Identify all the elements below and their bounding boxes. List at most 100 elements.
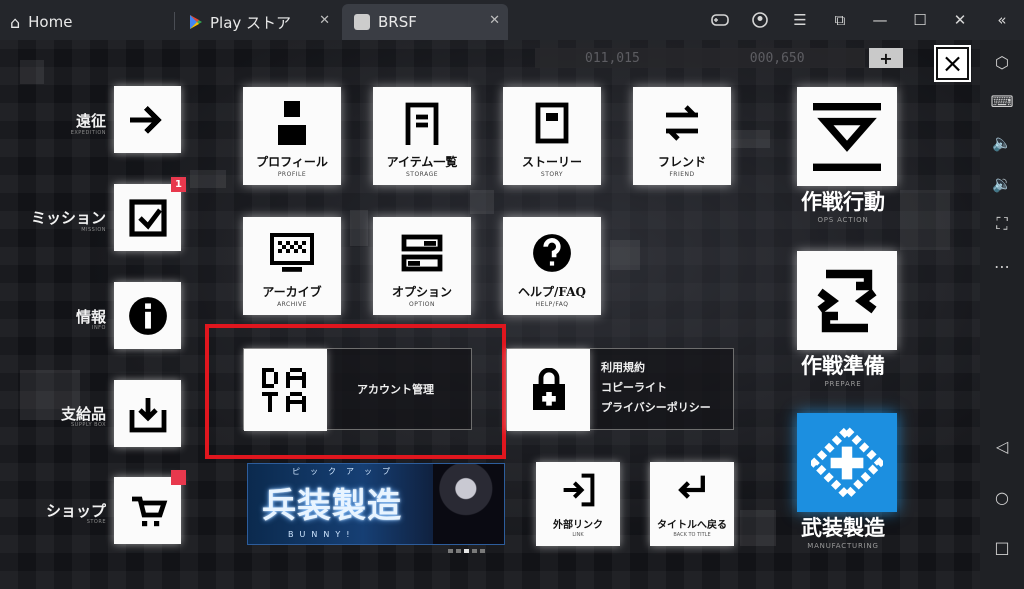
help-label: ヘルプ/FAQ <box>518 285 586 299</box>
pixel-decoration <box>20 60 44 84</box>
maximize-icon[interactable]: ☐ <box>900 0 940 40</box>
profile-icon <box>243 95 341 151</box>
back-to-title-label: タイトルへ戻る <box>657 520 727 531</box>
account-icon[interactable] <box>740 0 780 40</box>
pagination-dot[interactable] <box>464 549 469 553</box>
option-sub: OPTION <box>409 301 435 308</box>
side-sub-info: INFO <box>91 325 106 331</box>
option-button[interactable]: オプション OPTION <box>373 217 471 315</box>
pagination-dot[interactable] <box>480 549 485 553</box>
game-screen: 011,015 000,650 + × 遠征 EXPEDITION ミッション … <box>0 40 980 589</box>
pixel-decoration <box>730 130 770 148</box>
profile-button[interactable]: プロフィール PROFILE <box>243 87 341 185</box>
side-label-shop: ショップ <box>45 502 106 520</box>
currency-bar: 011,015 000,650 <box>535 48 865 68</box>
recent-icon[interactable]: □ <box>988 533 1016 561</box>
pixel-decoration <box>610 240 640 270</box>
volume-down-icon[interactable]: 🔉 <box>988 169 1016 197</box>
tab-close-icon[interactable]: ✕ <box>489 13 500 28</box>
friend-button[interactable]: フレンド FRIEND <box>633 87 731 185</box>
storage-sub: STORAGE <box>405 171 439 178</box>
hexagon-icon[interactable]: ⬡ <box>988 48 1016 76</box>
expedition-button[interactable] <box>114 86 181 153</box>
add-currency-button[interactable]: + <box>869 48 903 68</box>
tab-brsf[interactable]: BRSF ✕ <box>342 4 508 40</box>
banner-ruby: ピックアップ <box>292 467 400 476</box>
pagination-dot[interactable] <box>448 549 453 553</box>
story-label: ストーリー <box>521 155 582 169</box>
ops-action-label: 作戦行動 <box>801 189 885 214</box>
info-button[interactable] <box>114 282 181 349</box>
screen-icon[interactable]: ⧉ <box>820 0 860 40</box>
close-icon[interactable]: ✕ <box>940 0 980 40</box>
side-label-info: 情報 <box>75 308 106 326</box>
volume-up-icon[interactable]: 🔈 <box>988 128 1016 156</box>
arrow-right-icon <box>129 105 162 134</box>
back-icon[interactable]: ◁ <box>988 432 1016 460</box>
close-icon: × <box>941 48 964 79</box>
screenshot-icon[interactable]: ⛶ <box>988 210 1016 238</box>
collapse-icon[interactable]: « <box>980 0 1024 40</box>
back-to-title-button[interactable]: タイトルへ戻る BACK TO TITLE <box>650 462 734 546</box>
banner-sub: BUNNY! <box>288 530 356 539</box>
pagination-dot[interactable] <box>456 549 461 553</box>
storage-label: アイテム一覧 <box>386 155 458 169</box>
manufacturing-label: 武装製造 <box>801 515 885 540</box>
title-bar: ⌂ Home Play ストア ✕ BRSF ✕ ☰ ⧉ — ☐ ✕ « <box>0 0 1024 40</box>
manufacturing-icon <box>811 426 883 499</box>
side-sub-expedition: EXPEDITION <box>70 130 106 136</box>
mission-button[interactable] <box>114 184 181 251</box>
friend-sub: FRIEND <box>669 171 695 178</box>
tab-close-icon[interactable]: ✕ <box>319 13 330 28</box>
external-link-label: 外部リンク <box>553 520 603 531</box>
friend-label: フレンド <box>657 155 706 169</box>
side-sub-shop: STORE <box>86 519 106 525</box>
help-button[interactable]: ヘルプ/FAQ HELP/FAQ <box>503 217 601 315</box>
storage-button[interactable]: アイテム一覧 STORAGE <box>373 87 471 185</box>
archive-label: アーカイブ <box>262 285 322 299</box>
tab-home-label: Home <box>28 13 73 31</box>
side-sub-mission: MISSION <box>81 227 106 233</box>
copyright-label: コピーライト <box>601 381 667 394</box>
archive-sub: ARCHIVE <box>277 301 307 308</box>
mission-badge: 1 <box>171 177 186 192</box>
story-button[interactable]: ストーリー STORY <box>503 87 601 185</box>
pagination-dot[interactable] <box>472 549 477 553</box>
minimize-icon[interactable]: — <box>860 0 900 40</box>
supply-box-button[interactable] <box>114 380 181 447</box>
pixel-decoration <box>190 170 226 188</box>
keyboard-icon[interactable]: ⌨ <box>988 87 1016 115</box>
profile-sub: PROFILE <box>277 171 307 178</box>
currency-b: 000,650 <box>749 50 805 66</box>
tab-play-store[interactable]: Play ストア ✕ <box>178 4 338 40</box>
prepare-sub: PREPARE <box>824 380 862 388</box>
shop-button[interactable] <box>114 477 181 544</box>
prepare-button[interactable] <box>797 251 897 350</box>
pixel-decoration <box>350 210 368 246</box>
option-label: オプション <box>391 285 452 299</box>
tab-separator <box>174 12 175 30</box>
ops-action-button[interactable] <box>797 87 897 186</box>
help-sub: HELP/FAQ <box>535 301 569 308</box>
manufacturing-pickup-banner[interactable]: ピックアップ 兵装製造 BUNNY! <box>247 463 505 545</box>
close-menu-button[interactable]: × <box>934 45 971 82</box>
home-circle-icon[interactable]: ○ <box>988 483 1016 511</box>
privacy-policy-label: プライバシーポリシー <box>601 401 711 414</box>
menu-icon[interactable]: ☰ <box>780 0 820 40</box>
external-link-button[interactable]: 外部リンク LINK <box>536 462 620 546</box>
highlight-frame <box>205 324 506 459</box>
gamepad-icon[interactable] <box>700 0 740 40</box>
terms-button[interactable]: 利用規約 コピーライト プライバシーポリシー <box>506 348 734 431</box>
side-label-expedition: 遠征 <box>75 112 106 130</box>
help-icon <box>503 225 601 281</box>
archive-button[interactable]: アーカイブ ARCHIVE <box>243 217 341 315</box>
external-link-icon <box>536 468 620 512</box>
info-icon <box>128 296 167 335</box>
download-box-icon <box>129 397 166 432</box>
tab-home[interactable]: ⌂ Home <box>10 4 170 40</box>
mission-icon <box>128 198 167 237</box>
story-sub: STORY <box>540 171 564 178</box>
manufacturing-button[interactable] <box>797 413 897 512</box>
more-icon[interactable]: ⋯ <box>988 252 1016 280</box>
archive-icon <box>243 225 341 281</box>
